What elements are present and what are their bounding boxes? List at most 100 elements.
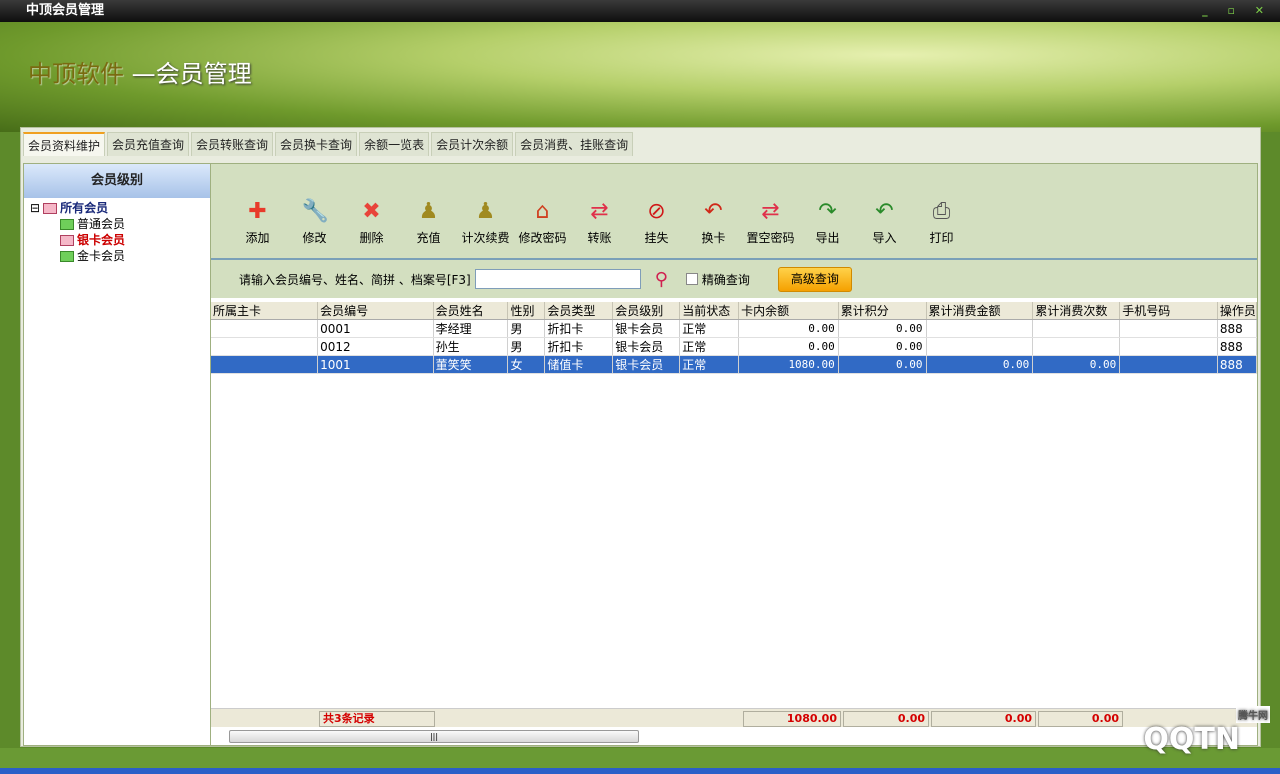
toolbar-button-9[interactable]: ⇄ 置空密码 [742, 199, 799, 246]
toolbar-button-label: 删除 [359, 231, 384, 245]
toolbar-button-3[interactable]: ♟ 充值 [400, 199, 457, 246]
advanced-search-button[interactable]: 高级查询 [777, 266, 852, 292]
toolbar-button-6[interactable]: ⇄ 转账 [571, 199, 628, 246]
bottom-band [0, 748, 1280, 768]
table-cell [1032, 337, 1121, 356]
toolbar-button-label: 计次续费 [461, 231, 510, 245]
table-cell: 男 [507, 319, 546, 338]
toolbar-button-0[interactable]: ✚ 添加 [229, 199, 286, 246]
tab-4[interactable]: 余额一览表 [359, 132, 430, 156]
table-cell: 0.00 [838, 355, 927, 374]
tab-2[interactable]: 会员转账查询 [191, 132, 274, 156]
member-table: 所属主卡 会员编号 会员姓名 性别 会员类型 会员级别 当前状态 卡内余额 累计积分 累计消费金额… [211, 302, 1258, 374]
table-cell [1119, 319, 1218, 338]
taskbar [0, 768, 1280, 774]
table-cell: 银卡会员 [612, 319, 681, 338]
pawn-icon: ♟ [418, 199, 439, 224]
table-cell [211, 355, 319, 374]
prohibited-icon: ⊘ [647, 199, 666, 224]
table-cell [926, 337, 1034, 356]
column-header[interactable]: 会员编号 [317, 302, 434, 320]
return-arrow-icon: ↶ [704, 199, 723, 224]
exact-search-label: 精确查询 [701, 272, 750, 287]
tab-3[interactable]: 会员换卡查询 [275, 132, 358, 156]
tree-item-silver[interactable]: 银卡会员 [30, 232, 204, 248]
column-header[interactable]: 所属主卡 [211, 302, 319, 320]
table-cell [926, 319, 1034, 338]
column-header[interactable]: 累计消费次数 [1032, 302, 1121, 320]
toolbar-button-label: 导出 [815, 231, 840, 245]
column-header[interactable]: 性别 [507, 302, 546, 320]
total-points: 0.00 [843, 711, 929, 727]
table-cell: 储值卡 [544, 355, 614, 374]
toolbar-button-1[interactable]: 🔧 修改 [286, 199, 343, 246]
horizontal-scrollbar[interactable]: ||| [229, 730, 639, 743]
column-header[interactable]: 会员类型 [544, 302, 614, 320]
column-header[interactable]: 当前状态 [679, 302, 740, 320]
toolbar-button-4[interactable]: ♟ 计次续费 [457, 199, 514, 246]
pawn-icon: ♟ [475, 199, 496, 224]
toolbar-button-10[interactable]: ↷ 导出 [799, 199, 856, 246]
table-cell: 888 [1217, 337, 1258, 356]
column-header[interactable]: 卡内余额 [738, 302, 839, 320]
toolbar-button-2[interactable]: ✖ 删除 [343, 199, 400, 246]
tree-root[interactable]: ⊟ 所有会员 [30, 200, 204, 216]
tree-item-normal[interactable]: 普通会员 [30, 216, 204, 232]
table-cell: 李经理 [433, 319, 509, 338]
house-icon: ⌂ [535, 199, 550, 224]
excel-import-icon: ↶ [875, 199, 894, 224]
tab-6[interactable]: 会员消费、挂账查询 [515, 132, 634, 156]
table-cell: 银卡会员 [612, 355, 681, 374]
toolbar-button-label: 修改 [302, 231, 327, 245]
table-cell [1119, 355, 1218, 374]
column-header[interactable]: 会员级别 [612, 302, 681, 320]
table-cell: 董笑笑 [433, 355, 509, 374]
toolbar-button-7[interactable]: ⊘ 挂失 [628, 199, 685, 246]
minimize-button[interactable]: _ [1202, 4, 1216, 17]
close-button[interactable]: ✕ [1255, 4, 1272, 17]
table-cell: 折扣卡 [544, 337, 614, 356]
search-input[interactable] [474, 269, 641, 289]
column-header[interactable]: 操作员 [1217, 302, 1258, 320]
exact-search-checkbox[interactable] [685, 273, 698, 285]
table-cell: 1001 [317, 355, 434, 374]
table-cell: 正常 [679, 337, 740, 356]
column-header[interactable]: 累计消费金额 [926, 302, 1034, 320]
search-icon[interactable]: ⚲ [655, 269, 668, 290]
column-header[interactable]: 会员姓名 [433, 302, 509, 320]
tree-item-label: 银卡会员 [77, 233, 126, 247]
table-cell: 1080.00 [738, 355, 839, 374]
column-header[interactable]: 手机号码 [1119, 302, 1218, 320]
tree-item-gold[interactable]: 金卡会员 [30, 248, 204, 264]
excel-export-icon: ↷ [818, 199, 837, 224]
collapse-icon[interactable]: ⊟ [30, 200, 40, 216]
tab-5[interactable]: 会员计次余额 [431, 132, 514, 156]
window-title: 中顶会员管理 [26, 3, 105, 18]
table-row[interactable]: 1001 董笑笑女储值卡 银卡会员 正常 1080.00 0.00 0.00 0.00 888 [211, 355, 1258, 374]
toolbar-button-label: 挂失 [644, 231, 669, 245]
column-header[interactable]: 累计积分 [838, 302, 927, 320]
tab-1[interactable]: 会员充值查询 [107, 132, 190, 156]
toolbar-button-label: 转账 [587, 231, 612, 245]
total-balance: 1080.00 [743, 711, 841, 727]
plus-icon: ✚ [248, 199, 267, 224]
level-tree: ⊟ 所有会员 普通会员 银卡会员 金卡会员 [24, 198, 210, 266]
printer-icon: ⎙ [932, 199, 951, 224]
table-cell: 0012 [317, 337, 434, 356]
table-cell: 孙生 [433, 337, 509, 356]
toolbar-button-8[interactable]: ↶ 换卡 [685, 199, 742, 246]
table-row[interactable]: 0012 孙生男折扣卡 银卡会员 正常 0.00 0.00 888 [211, 337, 1258, 356]
toolbar-button-11[interactable]: ↶ 导入 [856, 199, 913, 246]
toolbar-button-label: 打印 [929, 231, 954, 245]
table-cell [211, 337, 319, 356]
tab-0[interactable]: 会员资料维护 [23, 132, 106, 156]
table-cell [1032, 319, 1121, 338]
main-frame: 会员资料维护 会员充值查询 会员转账查询 会员换卡查询 余额一览表 会员计次余额 会员消费、… [20, 127, 1261, 747]
scroll-grip[interactable]: ||| [430, 732, 438, 741]
restore-button[interactable]: ▫ [1227, 4, 1242, 17]
table-row[interactable]: 0001 李经理男折扣卡 银卡会员 正常 0.00 0.00 888 [211, 319, 1258, 338]
toolbar-button-12[interactable]: ⎙ 打印 [913, 199, 970, 246]
table-cell [1119, 337, 1218, 356]
toolbar-button-5[interactable]: ⌂ 修改密码 [514, 199, 571, 246]
tree-item-label: 金卡会员 [77, 249, 126, 263]
